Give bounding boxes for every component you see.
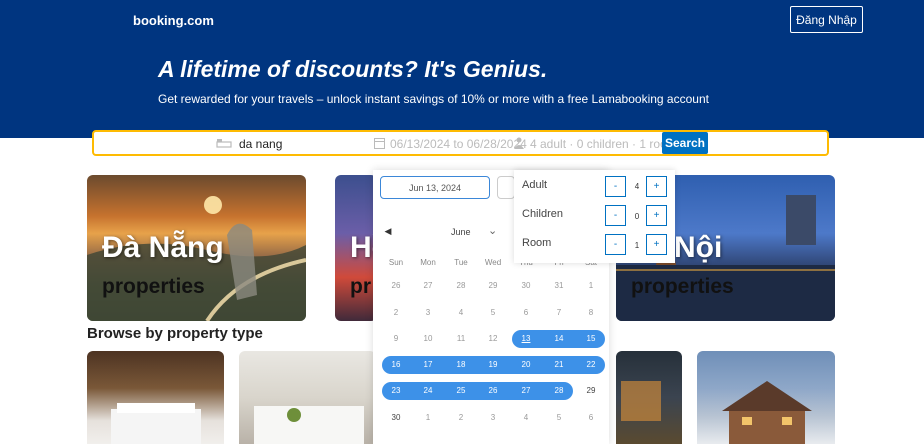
calendar-day[interactable]: 7: [543, 304, 575, 322]
property-type-card-resort[interactable]: [616, 351, 682, 444]
calendar-day[interactable]: 4: [510, 409, 542, 427]
calendar-day[interactable]: 31: [543, 277, 575, 295]
search-bar: da nang 06/13/2024 to 06/28/2024 4 adult…: [92, 130, 829, 156]
calendar-day[interactable]: 6: [575, 409, 607, 427]
weekday-label: Tue: [454, 258, 468, 267]
end-date-field[interactable]: [497, 176, 515, 199]
room-decrement-button[interactable]: -: [605, 234, 626, 255]
calendar-day[interactable]: 28: [445, 277, 477, 295]
calendar-day[interactable]: 9: [380, 330, 412, 348]
adult-increment-button[interactable]: +: [646, 176, 667, 197]
person-icon: [514, 137, 524, 152]
calendar-day[interactable]: 13: [510, 330, 542, 348]
calendar-day[interactable]: 25: [445, 382, 477, 400]
header: booking.com Đăng Nhập A lifetime of disc…: [0, 0, 924, 138]
city-card-ho-chi-minh[interactable]: Hồ pr: [335, 175, 377, 321]
calendar-day[interactable]: 4: [445, 304, 477, 322]
calendar-day[interactable]: 30: [380, 409, 412, 427]
children-increment-button[interactable]: +: [646, 205, 667, 226]
login-button[interactable]: Đăng Nhập: [790, 6, 863, 33]
calendar-icon: [374, 137, 385, 152]
calendar-day[interactable]: 2: [380, 304, 412, 322]
bed-icon: [216, 137, 232, 152]
calendar-day[interactable]: 17: [412, 356, 444, 374]
date-range-input[interactable]: 06/13/2024 to 06/28/2024: [390, 137, 527, 151]
calendar-day[interactable]: 14: [543, 330, 575, 348]
calendar-day[interactable]: 12: [477, 330, 509, 348]
calendar-day[interactable]: 23: [380, 382, 412, 400]
calendar-day[interactable]: 16: [380, 356, 412, 374]
property-image: [254, 406, 364, 444]
calendar-day[interactable]: 6: [510, 304, 542, 322]
guest-options-panel: Adult - 4 + Children - 0 + Room - 1 +: [514, 170, 675, 263]
city-properties: properties: [631, 275, 734, 298]
property-type-card-villa[interactable]: [697, 351, 835, 444]
room-label: Room: [522, 237, 552, 249]
weekday-label: Mon: [420, 258, 436, 267]
calendar-day[interactable]: 1: [575, 277, 607, 295]
logo[interactable]: booking.com: [133, 13, 214, 28]
calendar-day[interactable]: 1: [412, 409, 444, 427]
calendar-day[interactable]: 21: [543, 356, 575, 374]
city-properties: pr: [350, 275, 371, 298]
calendar-day[interactable]: 18: [445, 356, 477, 374]
calendar-day[interactable]: 3: [477, 409, 509, 427]
children-decrement-button[interactable]: -: [605, 205, 626, 226]
city-name: Đà Nẵng: [102, 231, 224, 264]
calendar-day[interactable]: 29: [575, 382, 607, 400]
chevron-down-icon[interactable]: ⌄: [488, 224, 497, 237]
calendar-day[interactable]: 10: [412, 330, 444, 348]
calendar-day[interactable]: 29: [477, 277, 509, 295]
calendar-day[interactable]: 24: [412, 382, 444, 400]
room-count: 1: [634, 241, 640, 250]
calendar-day[interactable]: 27: [412, 277, 444, 295]
search-button[interactable]: Search: [662, 132, 708, 154]
children-count: 0: [634, 212, 640, 221]
browse-title: Browse by property type: [87, 325, 263, 342]
calendar-day[interactable]: 26: [380, 277, 412, 295]
prev-month-icon[interactable]: ◀: [379, 222, 397, 240]
start-date-field[interactable]: Jun 13, 2024: [380, 176, 490, 199]
calendar-day[interactable]: 19: [477, 356, 509, 374]
city-properties: properties: [102, 275, 205, 298]
adult-label: Adult: [522, 179, 548, 191]
weekday-label: Sun: [388, 258, 404, 267]
hero-title: A lifetime of discounts? It's Genius.: [158, 56, 548, 82]
calendar-day[interactable]: 22: [575, 356, 607, 374]
property-type-card-apartment[interactable]: [239, 351, 376, 444]
calendar-day[interactable]: 30: [510, 277, 542, 295]
calendar-day[interactable]: 5: [543, 409, 575, 427]
calendar-day[interactable]: 20: [510, 356, 542, 374]
property-image: [111, 403, 201, 444]
calendar-day[interactable]: 8: [575, 304, 607, 322]
destination-input[interactable]: da nang: [239, 137, 282, 151]
property-type-card-hotel[interactable]: [87, 351, 224, 444]
calendar-day[interactable]: 2: [445, 409, 477, 427]
children-label: Children: [522, 208, 563, 220]
guests-input[interactable]: 4 adult · 0 children · 1 room: [530, 137, 677, 151]
room-increment-button[interactable]: +: [646, 234, 667, 255]
calendar-day[interactable]: 28: [543, 382, 575, 400]
month-select[interactable]: June: [451, 227, 471, 237]
calendar-day[interactable]: 3: [412, 304, 444, 322]
calendar-day[interactable]: 27: [510, 382, 542, 400]
adult-decrement-button[interactable]: -: [605, 176, 626, 197]
calendar-day[interactable]: 5: [477, 304, 509, 322]
calendar-day[interactable]: 26: [477, 382, 509, 400]
calendar-day[interactable]: 11: [445, 330, 477, 348]
calendar-day[interactable]: 15: [575, 330, 607, 348]
hero-subtitle: Get rewarded for your travels – unlock i…: [158, 92, 709, 106]
weekday-label: Wed: [484, 258, 502, 267]
city-card-da-nang[interactable]: Đà Nẵng properties: [87, 175, 306, 321]
adult-count: 4: [634, 182, 640, 191]
property-image: [621, 381, 661, 421]
property-image: [722, 381, 812, 444]
city-name: Nội: [674, 231, 723, 264]
